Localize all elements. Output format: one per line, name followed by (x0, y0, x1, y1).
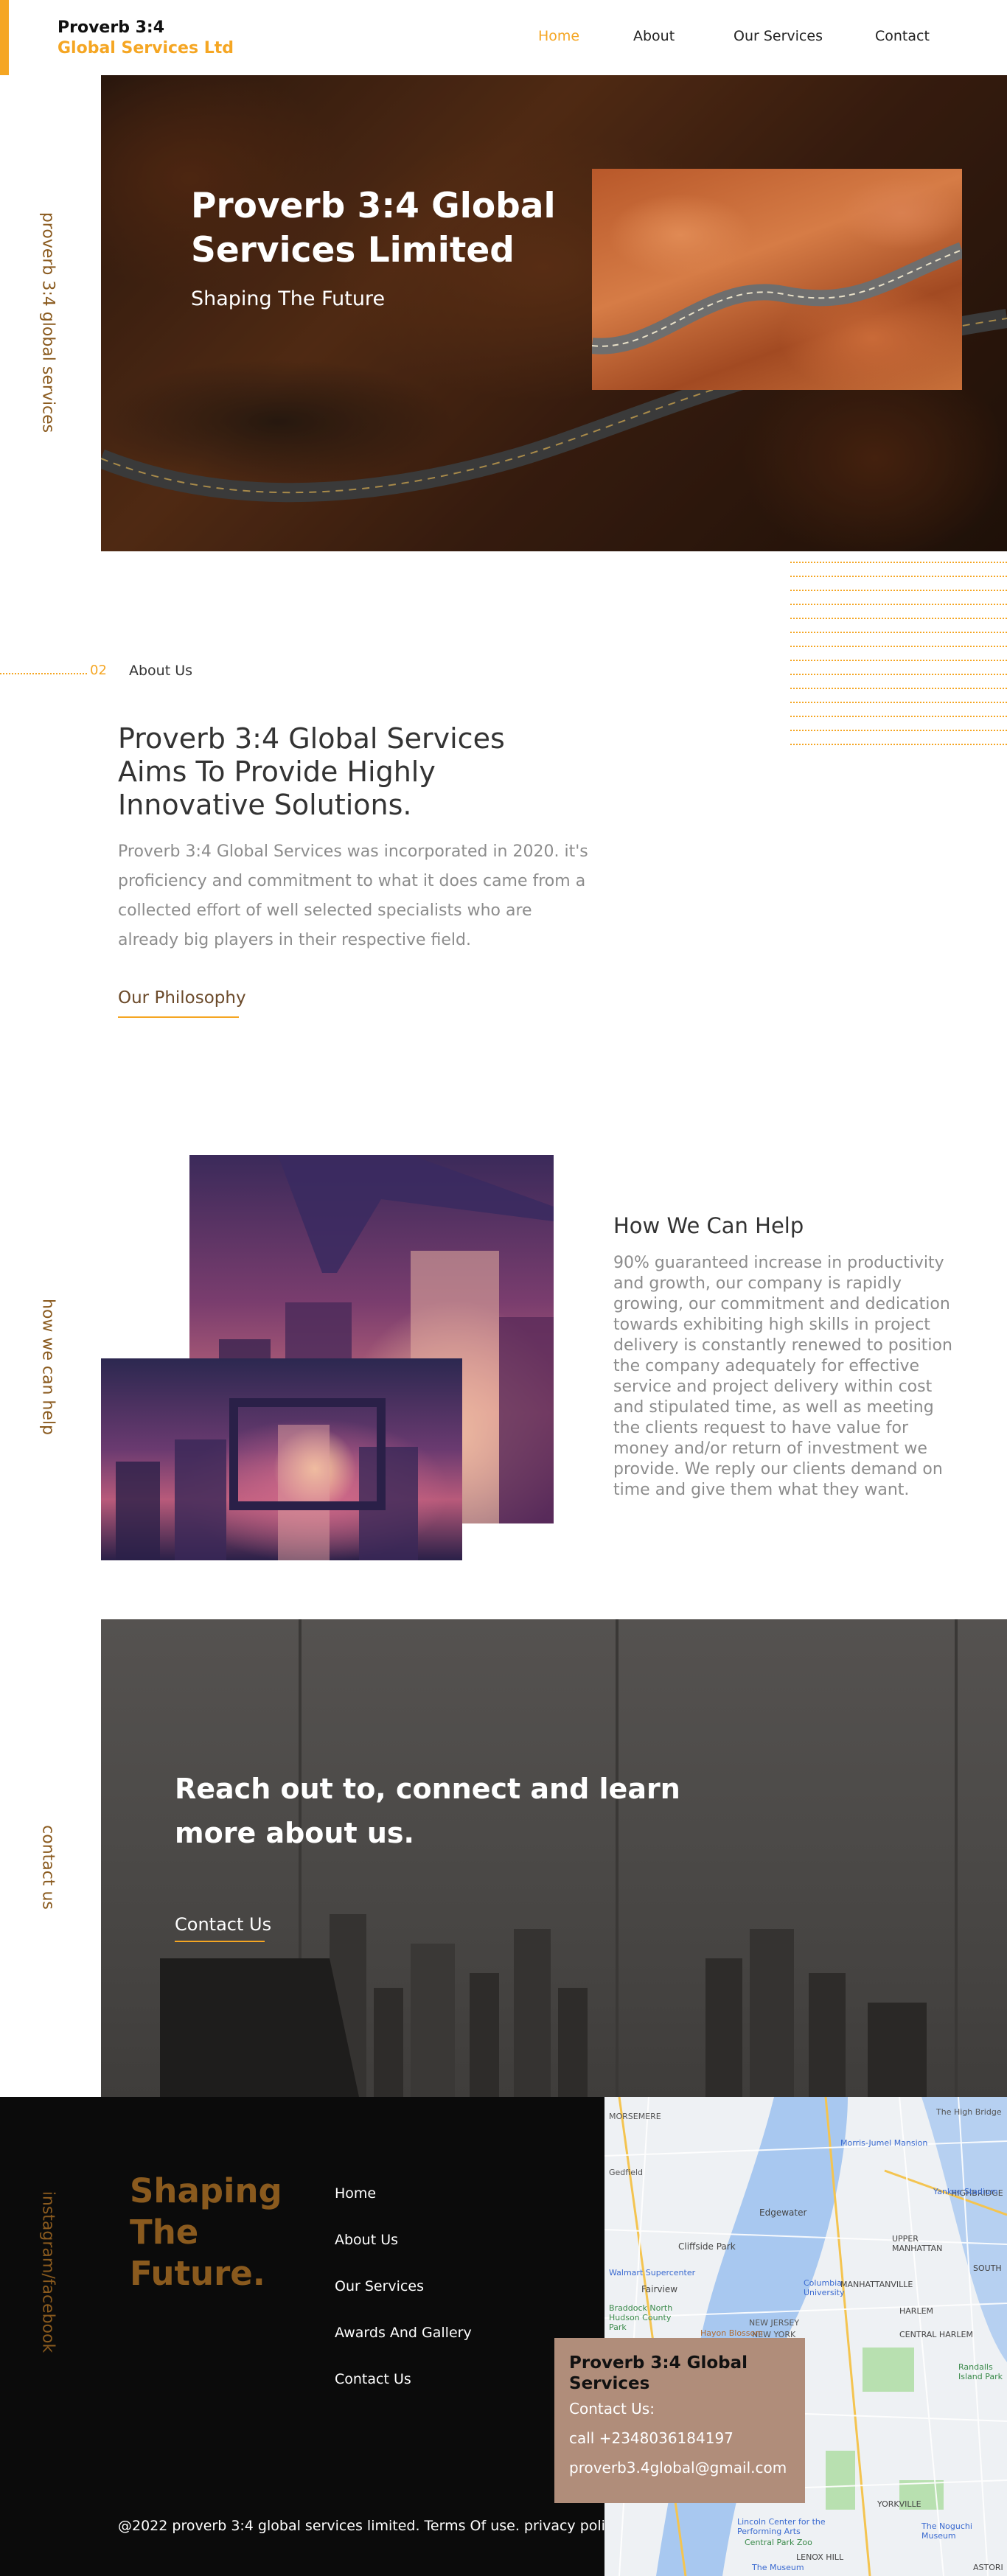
site-footer: instagram/facebook Shaping The Future. H… (0, 2097, 621, 2576)
map-label: Randalls Island Park (958, 2362, 1003, 2381)
map-label: Columbia University (804, 2278, 845, 2297)
map-label: MORSEMERE (609, 2112, 661, 2121)
side-label-contact: contact us (38, 1825, 58, 1910)
map-label: Edgewater (759, 2207, 807, 2218)
footer-link-contact[interactable]: Contact Us (335, 2371, 472, 2418)
map-label: Lincoln Center for the Performing Arts (737, 2517, 826, 2536)
contact-card-email[interactable]: proverb3.4global@gmail.com (569, 2453, 790, 2482)
nav-about[interactable]: About (633, 28, 675, 44)
hero-road-image (592, 169, 962, 390)
footer-link-awards[interactable]: Awards And Gallery (335, 2325, 472, 2371)
map-label: UPPER MANHATTAN (892, 2234, 943, 2253)
map-label: Gedfield (609, 2168, 644, 2177)
contact-band-title: Reach out to, connect and learn more abo… (175, 1773, 680, 1849)
map-label: Fairview (641, 2284, 678, 2294)
dotted-pattern (790, 562, 1007, 752)
side-label-hero: proverb 3:4 global services (38, 212, 58, 433)
nav-our-services[interactable]: Our Services (734, 28, 823, 44)
map-label: Braddock North Hudson County Park (609, 2303, 673, 2332)
help-image-city-frame (101, 1358, 462, 1560)
map-label: SOUTH (973, 2263, 1002, 2273)
map-label: Cliffside Park (678, 2241, 736, 2252)
site-header: Proverb 3:4 Global Services Ltd Home Abo… (0, 0, 1007, 75)
footer-link-services[interactable]: Our Services (335, 2278, 472, 2325)
brand-name: Proverb 3:4 (58, 18, 165, 37)
map-label: NEW JERSEY (749, 2318, 800, 2328)
social-link[interactable]: instagram/facebook (39, 2191, 58, 2353)
map-label: CENTRAL HARLEM (899, 2330, 973, 2339)
map-label: Morris-Jumel Mansion (840, 2138, 928, 2148)
help-text: 90% guaranteed increase in productivity … (613, 1254, 952, 1499)
hero-subtitle: Shaping The Future (191, 287, 386, 310)
footer-copyright: @2022 proverb 3:4 global services limite… (118, 2518, 621, 2534)
about-dotted-line (0, 673, 87, 674)
hero-section: Proverb 3:4 Global Services Limited Shap… (101, 75, 1007, 551)
footer-slogan: Shaping The Future. (130, 2171, 282, 2293)
map-label: ASTORI (973, 2563, 1003, 2572)
map-label: Central Park Zoo (745, 2538, 812, 2547)
nav-home[interactable]: Home (538, 28, 579, 44)
contact-card-title: Proverb 3:4 Global Services (569, 2353, 748, 2393)
contact-card: Proverb 3:4 Global Services Contact Us: … (554, 2338, 805, 2503)
map-label: Walmart Supercenter (609, 2268, 696, 2277)
map-label: LENOX HILL (796, 2552, 844, 2562)
map-label: The High Bridge (936, 2107, 1002, 2117)
map-label: YORKVILLE (877, 2499, 921, 2509)
footer-link-about[interactable]: About Us (335, 2232, 472, 2278)
footer-link-home[interactable]: Home (335, 2185, 472, 2232)
about-label: About Us (129, 663, 193, 679)
map-label: Hayon Blossom (700, 2328, 763, 2338)
side-label-help: how we can help (38, 1299, 58, 1435)
about-number: 02 (90, 663, 107, 678)
footer-nav: Home About Us Our Services Awards And Ga… (335, 2185, 472, 2418)
map-label: The Museum (752, 2563, 804, 2572)
contact-us-link[interactable]: Contact Us (175, 1914, 271, 1942)
location-map[interactable]: MORSEMERE Edgewater Cliffside Park Fairv… (604, 2097, 1007, 2576)
help-title: How We Can Help (613, 1213, 804, 1238)
contact-card-phone[interactable]: call +2348036184197 (569, 2423, 790, 2453)
our-philosophy-link[interactable]: Our Philosophy (118, 988, 246, 1018)
map-label: HARLEM (899, 2306, 934, 2316)
contact-card-label: Contact Us: (569, 2400, 655, 2418)
contact-band-skyline (160, 1619, 958, 2097)
map-label: Yankee Stadium (933, 2187, 998, 2196)
about-heading: Proverb 3:4 Global Services Aims To Prov… (118, 722, 505, 821)
about-text: Proverb 3:4 Global Services was incorpor… (118, 842, 588, 949)
map-label: The Noguchi Museum (921, 2521, 972, 2541)
brand-subtitle: Global Services Ltd (58, 39, 234, 57)
contact-band: Reach out to, connect and learn more abo… (101, 1619, 1007, 2097)
brand-logo[interactable]: Proverb 3:4 Global Services Ltd (58, 18, 234, 59)
nav-contact[interactable]: Contact (875, 28, 930, 44)
hero-title: Proverb 3:4 Global Services Limited (191, 186, 556, 270)
